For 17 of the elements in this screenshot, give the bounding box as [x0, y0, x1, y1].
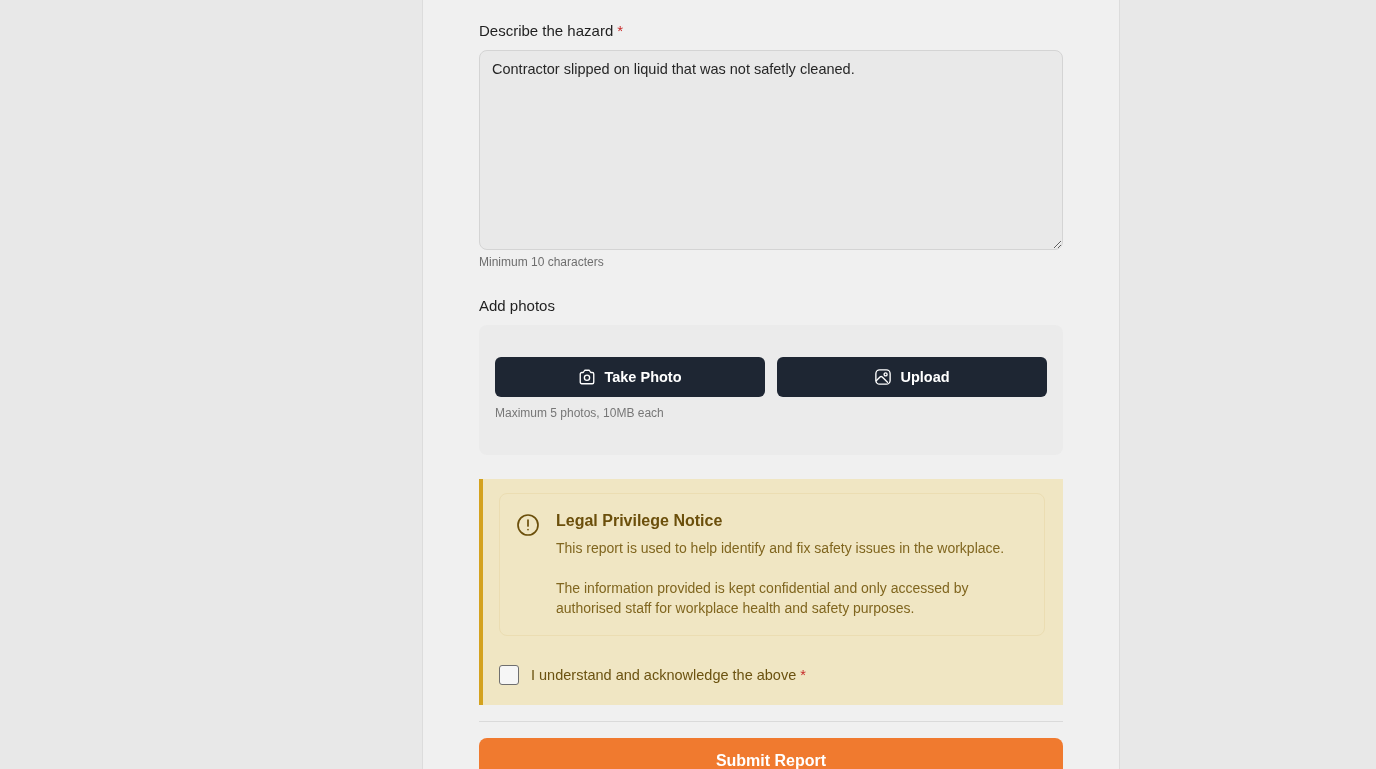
upload-button[interactable]: Upload	[777, 357, 1047, 397]
alert-icon	[517, 514, 539, 536]
section-label: Add photos	[479, 296, 556, 316]
acknowledge-checkbox[interactable]	[499, 665, 519, 685]
notice-text: This report is used to help identify and fix safety issues in the workplace.	[556, 539, 1006, 558]
camera-icon	[578, 368, 597, 386]
notice-text: The information provided is kept confidential and only accessed by authorised staff for workplace health and safety purposes.	[556, 579, 970, 618]
take-photo-button[interactable]: Take Photo	[495, 357, 765, 397]
image-icon	[874, 368, 893, 386]
hint-text: Maximum 5 photos, 10MB each	[495, 405, 665, 421]
field-label: Describe the hazard	[479, 21, 614, 41]
required-mark: *	[617, 21, 624, 41]
checkbox-label: I understand and acknowledge the above	[531, 666, 797, 685]
notice-title: Legal Privilege Notice	[556, 511, 724, 531]
required-mark: *	[800, 666, 806, 685]
hint-text: Minimum 10 characters	[479, 254, 605, 270]
hazard-textarea[interactable]: Contractor slipped on liquid that was not safetly cleaned.	[479, 50, 1063, 250]
